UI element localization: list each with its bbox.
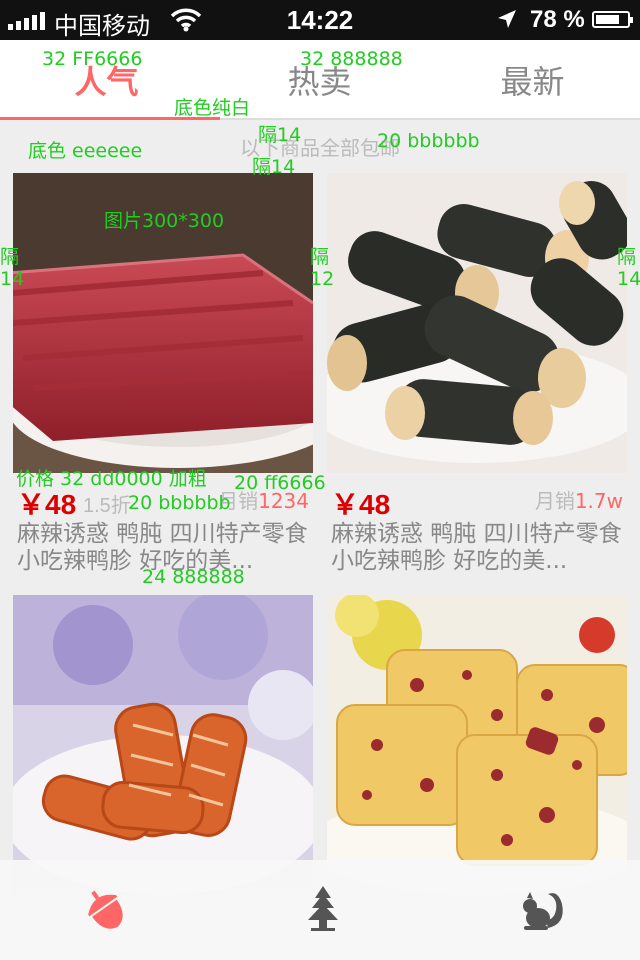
location-arrow-icon: [498, 10, 516, 28]
free-shipping-notice: 以下商品全部包邮: [240, 136, 400, 160]
sales-prefix: 月销: [218, 489, 259, 513]
product-image[interactable]: [13, 595, 313, 895]
product-image[interactable]: [327, 173, 627, 473]
discount-label: 1.5折: [83, 495, 131, 517]
product-card[interactable]: [327, 595, 627, 895]
bottom-tab-bar: [0, 860, 640, 960]
squirrel-icon[interactable]: [518, 884, 578, 934]
monthly-sales: 月销1234: [218, 485, 309, 514]
product-title[interactable]: 麻辣诱惑 鸭肫 四川特产零食小吃辣鸭胗 好吃的美...: [17, 521, 313, 575]
product-card[interactable]: [13, 595, 313, 895]
tab-popular[interactable]: 人气: [0, 40, 213, 120]
sales-prefix: 月销: [534, 489, 575, 513]
category-tabs: 人气 热卖 最新: [0, 40, 640, 120]
sales-value: 1.7w: [574, 489, 623, 513]
tab-hot-sale[interactable]: 热卖: [213, 40, 426, 120]
price-label: ￥48: [331, 489, 391, 520]
active-tab-indicator: [0, 117, 220, 120]
tab-newest[interactable]: 最新: [426, 40, 639, 120]
product-card[interactable]: ￥48 1.5折 月销1234 麻辣诱惑 鸭肫 四川特产零食小吃辣鸭胗 好吃的美…: [13, 173, 313, 583]
price-label: ￥48: [17, 489, 77, 520]
battery-percent: 78 %: [530, 6, 585, 33]
product-image[interactable]: [13, 173, 313, 473]
product-title[interactable]: 麻辣诱惑 鸭肫 四川特产零食小吃辣鸭胗 好吃的美...: [331, 521, 627, 575]
battery-icon: [592, 11, 633, 28]
sales-value: 1234: [258, 489, 309, 513]
tree-icon[interactable]: [298, 884, 358, 934]
monthly-sales: 月销1.7w: [535, 485, 623, 514]
product-image[interactable]: [327, 595, 627, 895]
product-card[interactable]: ￥48 月销1.7w 麻辣诱惑 鸭肫 四川特产零食小吃辣鸭胗 好吃的美...: [327, 173, 627, 583]
status-bar: 中国移动 14:22 78 %: [0, 0, 640, 40]
acorn-icon[interactable]: [80, 884, 140, 934]
